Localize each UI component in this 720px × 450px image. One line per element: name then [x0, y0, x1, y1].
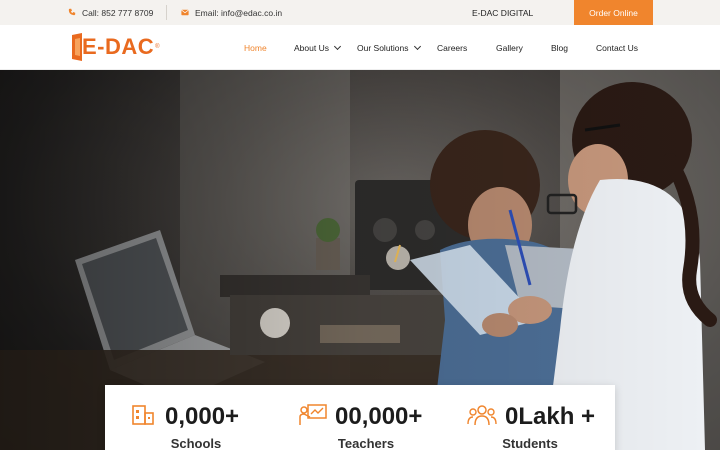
phone-icon: [68, 8, 76, 18]
chevron-down-icon: [333, 42, 342, 50]
nav-home[interactable]: Home: [244, 25, 267, 70]
teacher-icon: [299, 404, 327, 431]
stat-value: 0Lakh +: [505, 403, 596, 430]
edac-digital-link[interactable]: E-DAC DIGITAL: [472, 0, 533, 25]
stat-label: Students: [502, 436, 558, 450]
divider: [166, 5, 167, 20]
chevron-down-icon: [413, 42, 421, 50]
nav-contact-us[interactable]: Contact Us: [596, 25, 638, 70]
students-icon: [467, 404, 497, 431]
stat-value: 00,000+: [335, 403, 423, 430]
nav-blog[interactable]: Blog: [551, 25, 568, 70]
brand-name: E-DAC: [82, 34, 155, 59]
school-icon: [131, 404, 155, 431]
nav-gallery[interactable]: Gallery: [496, 25, 523, 70]
stat-schools: 0,000+ Schools: [105, 385, 275, 450]
registered-mark: ®: [155, 44, 160, 50]
call-info[interactable]: Call: 852 777 8709: [68, 0, 153, 25]
nav-our-solutions[interactable]: Our Solutions: [357, 25, 421, 70]
stat-value: 0,000+: [165, 403, 240, 430]
order-online-button[interactable]: Order Online: [574, 0, 653, 25]
main-header: E-DAC ® Home About Us Our Solutions Care…: [0, 25, 720, 70]
email-text: Email: info@edac.co.in: [195, 7, 283, 18]
stat-label: Schools: [170, 436, 222, 450]
nav-about-us[interactable]: About Us: [294, 25, 342, 70]
call-text: Call: 852 777 8709: [82, 7, 154, 18]
email-info[interactable]: Email: info@edac.co.in: [181, 0, 282, 25]
stat-label: Teachers: [337, 436, 395, 450]
nav-careers[interactable]: Careers: [437, 25, 467, 70]
stats-card: 0,000+ Schools 00,000+ Teachers 0Lakh + …: [105, 385, 615, 450]
nav-our-solutions-label: Our Solutions: [357, 42, 409, 53]
stat-teachers: 00,000+ Teachers: [275, 385, 445, 450]
nav-about-us-label: About Us: [294, 42, 329, 53]
stat-students: 0Lakh + Students: [445, 385, 615, 450]
mail-icon: [181, 8, 189, 18]
brand-logo[interactable]: E-DAC ®: [70, 31, 160, 63]
top-bar: Call: 852 777 8709 Email: info@edac.co.i…: [0, 0, 720, 25]
